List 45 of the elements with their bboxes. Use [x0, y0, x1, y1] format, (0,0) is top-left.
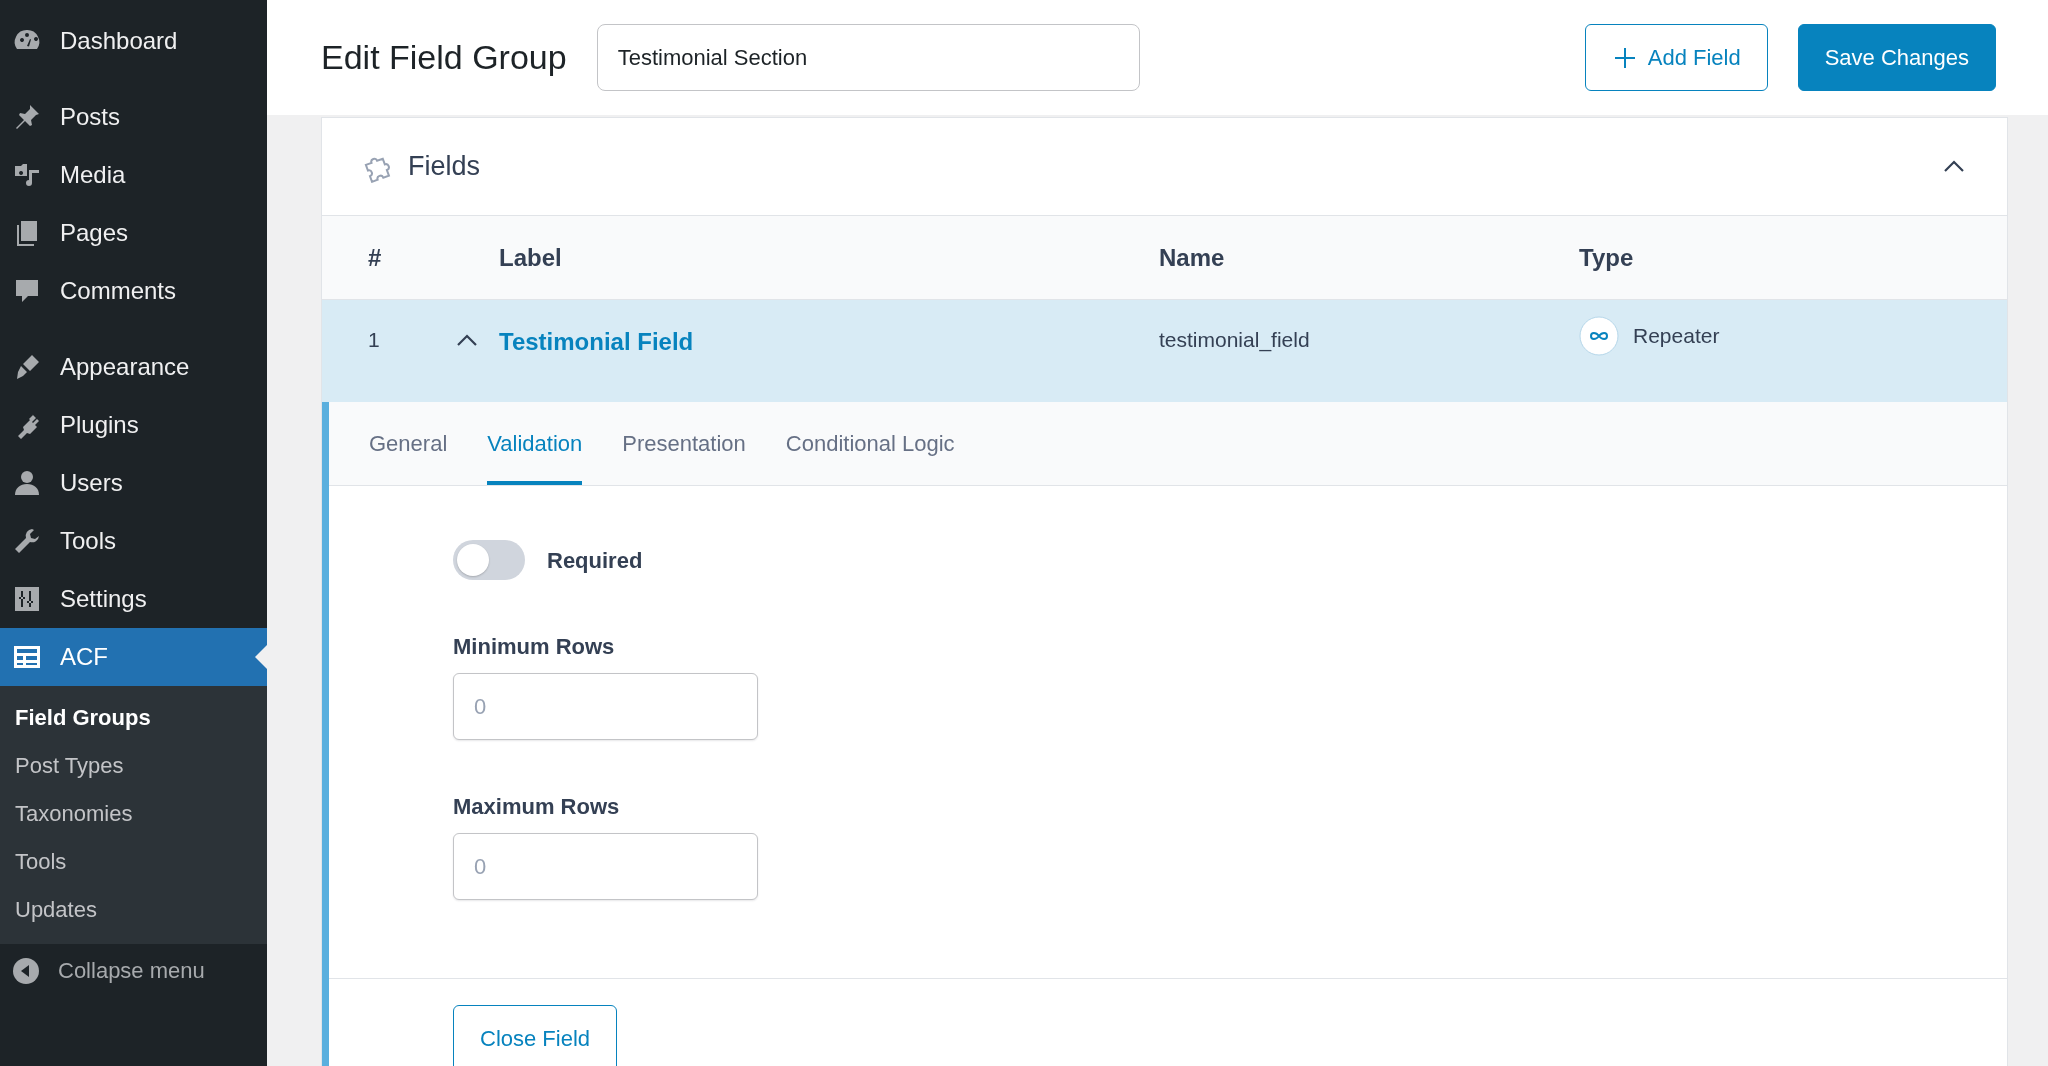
column-header: # — [368, 242, 383, 273]
sidebar-item[interactable]: Pages — [0, 204, 267, 262]
save-button[interactable]: Save Changes — [1797, 24, 1996, 91]
sidebar-item[interactable]: Users — [0, 454, 267, 512]
field-label: Maximum Rows — [453, 793, 621, 821]
user-icon — [12, 468, 42, 498]
number-field[interactable]: 0 — [453, 833, 758, 900]
page-title: Edit Field Group — [321, 37, 567, 78]
sidebar-item[interactable]: Comments — [0, 262, 267, 320]
field-row[interactable]: 1 Testimonial Field testimonial_field Repeater — [322, 300, 2007, 402]
column-header: Label — [499, 242, 563, 273]
tab[interactable]: Validation — [487, 402, 583, 485]
field-type: Repeater — [1633, 323, 1720, 350]
sidebar-item[interactable]: Posts — [0, 88, 267, 146]
sidebar-item[interactable]: Tools — [0, 512, 267, 570]
field-name: testimonial_field — [1159, 327, 1311, 354]
column-header: Type — [1579, 242, 1635, 273]
sidebar-item[interactable]: Media — [0, 146, 267, 204]
sidebar-item[interactable]: Settings — [0, 570, 267, 628]
submenu-item[interactable]: Taxonomies — [0, 790, 267, 838]
sidebar-item[interactable]: Plugins — [0, 396, 267, 454]
sidebar-item[interactable]: Appearance — [0, 338, 267, 396]
collapse-icon — [12, 956, 40, 985]
submenu-item[interactable]: Tools — [0, 838, 267, 886]
tab[interactable]: General — [369, 402, 448, 485]
field-label: Minimum Rows — [453, 633, 616, 661]
collapse-menu-button[interactable]: Collapse menu — [0, 944, 267, 997]
infinity-icon — [1579, 316, 1619, 356]
sliders-icon — [12, 584, 42, 614]
field-number: 1 — [368, 327, 381, 353]
add-field-button[interactable]: Add Field — [1584, 24, 1768, 91]
submenu-item[interactable]: Field Groups — [0, 694, 267, 742]
tab[interactable]: Presentation — [622, 402, 746, 485]
close-field-button[interactable]: Close Field — [453, 1005, 618, 1066]
tab[interactable]: Conditional Logic — [785, 402, 955, 485]
column-header: Name — [1159, 242, 1226, 273]
toggle-switch[interactable] — [453, 540, 525, 580]
number-field[interactable]: 0 — [453, 673, 758, 740]
sidebar-item[interactable]: Dashboard — [0, 12, 267, 70]
group-name-field[interactable]: Testimonial Section — [596, 24, 1140, 91]
submenu-item[interactable]: Post Types — [0, 742, 267, 790]
panel-title: Fields — [408, 150, 482, 184]
sidebar-item[interactable]: ACF — [0, 628, 267, 686]
toggle-label: Required — [547, 546, 643, 575]
submenu-item[interactable]: Updates — [0, 886, 267, 934]
